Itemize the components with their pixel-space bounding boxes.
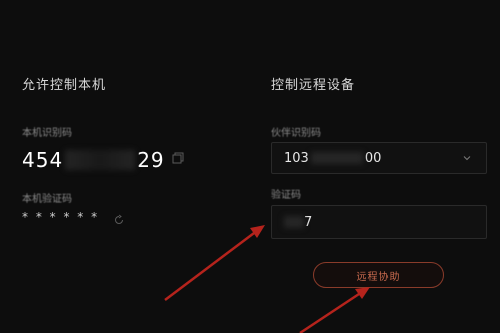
verify-code-suffix: 7 bbox=[304, 214, 313, 230]
partner-id-masked bbox=[310, 152, 363, 164]
control-remote-panel: 控制远程设备 伙伴识别码 103 00 验证码 7 远程协助 bbox=[271, 0, 490, 333]
chevron-down-icon[interactable] bbox=[462, 153, 472, 163]
copy-icon[interactable] bbox=[172, 152, 184, 164]
local-id-suffix: 29 bbox=[137, 148, 165, 172]
local-id-prefix: 454 bbox=[22, 148, 64, 172]
partner-id-select[interactable]: 103 00 bbox=[271, 142, 487, 174]
remote-control-screen: 允许控制本机 本机识别码 454 29 本机验证码 * * * * * * 控制… bbox=[0, 0, 500, 333]
verify-code-label: 验证码 bbox=[271, 190, 301, 201]
remote-assist-button[interactable]: 远程协助 bbox=[313, 262, 444, 288]
control-remote-title: 控制远程设备 bbox=[271, 78, 356, 93]
refresh-icon[interactable] bbox=[113, 214, 125, 226]
allow-control-title: 允许控制本机 bbox=[22, 78, 107, 93]
partner-id-label: 伙伴识别码 bbox=[271, 128, 321, 139]
verify-code-masked bbox=[284, 216, 304, 228]
local-password-value: * * * * * * bbox=[22, 210, 100, 224]
partner-id-suffix: 00 bbox=[364, 150, 382, 166]
partner-id-prefix: 103 bbox=[284, 150, 309, 166]
local-id-value: 454 29 bbox=[22, 146, 165, 174]
verify-code-input[interactable]: 7 bbox=[271, 205, 487, 239]
allow-control-panel: 允许控制本机 本机识别码 454 29 本机验证码 * * * * * * bbox=[22, 0, 242, 333]
local-password-label: 本机验证码 bbox=[22, 194, 72, 205]
local-id-label: 本机识别码 bbox=[22, 128, 72, 139]
local-id-masked bbox=[65, 150, 136, 170]
